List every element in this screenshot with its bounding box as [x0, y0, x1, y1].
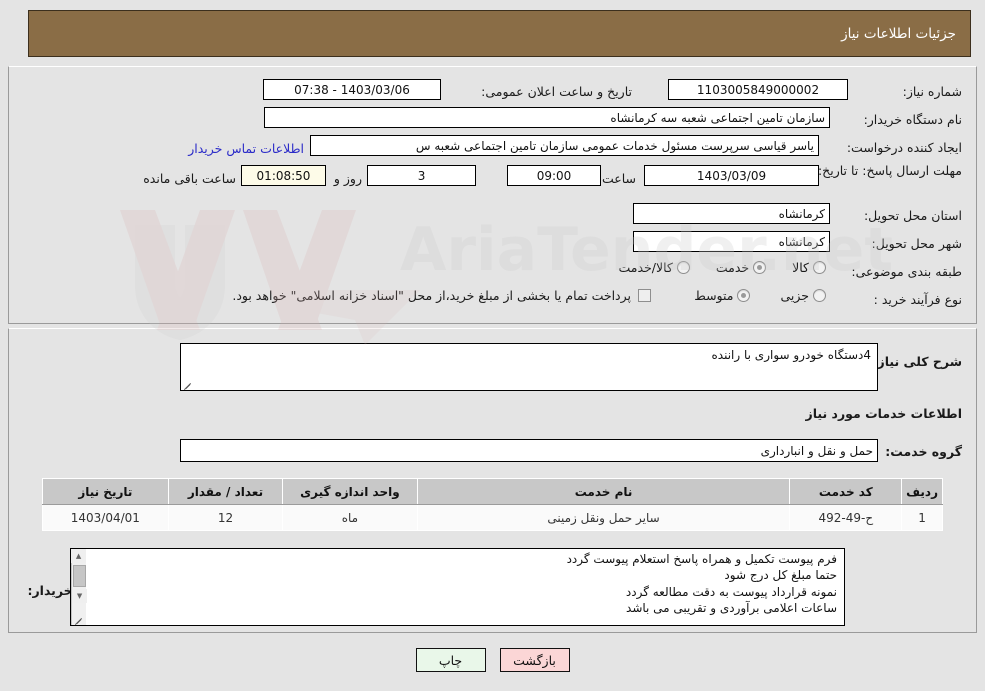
scroll-down-arrow-icon[interactable]: ▼ — [72, 589, 87, 603]
process-radio-group: جزیی متوسط — [690, 288, 826, 303]
category-radio-kala-khedmat[interactable]: کالا/خدمت — [614, 260, 690, 275]
buyer-notes-content: فرم پیوست تکمیل و همراه پاسخ استعلام پیو… — [86, 549, 844, 625]
city-field[interactable]: کرمانشاه — [633, 231, 830, 252]
cell-radif: 1 — [901, 504, 943, 531]
islamic-treasury-label: پرداخت تمام یا بخشی از مبلغ خرید،از محل … — [232, 288, 631, 303]
announce-datetime-label: تاریخ و ساعت اعلان عمومی: — [481, 83, 632, 99]
radio-circle-selected-icon[interactable] — [737, 289, 751, 302]
hour-label: ساعت — [601, 171, 636, 186]
table-header-row: ردیف کد خدمت نام خدمت واحد اندازه گیری ت… — [42, 478, 943, 505]
process-radio-jozei[interactable]: جزیی — [776, 288, 826, 303]
radio-circle-icon[interactable] — [676, 261, 690, 274]
category-option-label: کالا — [792, 260, 809, 275]
cell-unit: ماه — [282, 504, 418, 531]
general-description-label: شرح کلی نیاز: — [872, 354, 962, 369]
buyer-contact-link[interactable]: اطلاعات تماس خریدار — [188, 141, 304, 156]
process-radio-motevaset[interactable]: متوسط — [690, 288, 751, 303]
col-radif: ردیف — [901, 478, 943, 505]
deadline-hour-field[interactable]: 09:00 — [507, 165, 601, 186]
radio-circle-selected-icon[interactable] — [753, 261, 767, 274]
category-option-label: کالا/خدمت — [618, 260, 673, 275]
table-row[interactable]: 1 ح-49-492 سایر حمل ونقل زمینی ماه 12 14… — [42, 504, 943, 531]
general-description-value: 4دستگاه خودرو سواری با راننده — [711, 348, 872, 362]
page-header: جزئیات اطلاعات نیاز — [28, 10, 971, 57]
note-line: حتما مبلغ کل درج شود — [724, 568, 837, 583]
scroll-up-arrow-icon[interactable]: ▲ — [71, 549, 86, 563]
process-option-label: متوسط — [694, 288, 734, 303]
notes-scrollbar[interactable]: ▲ ▼ — [71, 549, 87, 625]
cell-code: ح-49-492 — [789, 504, 903, 531]
col-name: نام خدمت — [416, 478, 791, 505]
buyer-notes-textarea[interactable]: فرم پیوست تکمیل و همراه پاسخ استعلام پیو… — [70, 548, 845, 626]
buyer-org-field[interactable]: سازمان تامین اجتماعی شعبه سه کرمانشاه — [264, 107, 830, 128]
buyer-org-label: نام دستگاه خریدار: — [863, 111, 962, 127]
requester-field[interactable]: یاسر قیاسی سرپرست مسئول خدمات عمومی سازم… — [310, 135, 819, 156]
general-description-textarea[interactable]: 4دستگاه خودرو سواری با راننده — [180, 343, 878, 391]
resize-grip-icon[interactable] — [73, 613, 84, 624]
need-number-label: شماره نیاز: — [902, 83, 962, 99]
category-label: طبقه بندی موضوعی: — [851, 263, 962, 279]
back-button[interactable]: بازگشت — [499, 648, 570, 672]
col-unit: واحد اندازه گیری — [282, 478, 418, 505]
radio-circle-icon[interactable] — [813, 261, 826, 274]
category-radio-khedmat[interactable]: خدمت — [712, 260, 767, 275]
deadline-label: مهلت ارسال پاسخ: تا تاریخ: — [817, 163, 962, 178]
service-group-field[interactable]: حمل و نقل و انبارداری — [180, 439, 878, 462]
checkbox-icon[interactable] — [638, 289, 651, 302]
col-code: کد خدمت — [789, 478, 903, 505]
services-table: ردیف کد خدمت نام خدمت واحد اندازه گیری ت… — [42, 478, 943, 531]
requester-label: ایجاد کننده درخواست: — [846, 139, 962, 155]
category-radio-group: کالا خدمت کالا/خدمت — [614, 260, 826, 275]
scrollbar-thumb[interactable] — [73, 565, 86, 587]
need-info-panel: شماره نیاز: 1103005849000002 تاریخ و ساع… — [8, 66, 977, 324]
radio-circle-icon[interactable] — [813, 289, 826, 302]
process-option-label: جزیی — [780, 288, 809, 303]
services-section-heading: اطلاعات خدمات مورد نیاز — [805, 406, 963, 421]
days-label: روز و — [333, 171, 362, 186]
resize-grip-icon[interactable] — [182, 378, 193, 389]
action-button-row: بازگشت چاپ — [0, 648, 985, 672]
remaining-days-field[interactable]: 3 — [367, 165, 476, 186]
cell-name: سایر حمل ونقل زمینی — [416, 504, 791, 531]
category-option-label: خدمت — [715, 260, 750, 275]
cell-date: 1403/04/01 — [42, 504, 169, 531]
print-button[interactable]: چاپ — [415, 648, 486, 672]
col-date: تاریخ نیاز — [42, 478, 169, 505]
islamic-treasury-checkbox-row[interactable]: پرداخت تمام یا بخشی از مبلغ خرید،از محل … — [232, 288, 651, 303]
service-group-label: گروه خدمت: — [885, 444, 962, 459]
process-type-label: نوع فرآیند خرید : — [873, 291, 962, 307]
cell-quantity: 12 — [167, 504, 284, 531]
page-root: جزئیات اطلاعات نیاز AriaTender.net شماره… — [0, 0, 985, 691]
city-label: شهر محل تحویل: — [871, 235, 962, 251]
need-number-field[interactable]: 1103005849000002 — [668, 79, 848, 100]
countdown-timer-field: 01:08:50 — [241, 165, 326, 186]
province-label: استان محل تحویل: — [863, 207, 962, 223]
announce-datetime-field[interactable]: 1403/03/06 - 07:38 — [263, 79, 441, 100]
province-field[interactable]: کرمانشاه — [633, 203, 830, 224]
note-line: نمونه قرارداد پیوست به دقت مطالعه گردد — [625, 584, 837, 599]
note-line: فرم پیوست تکمیل و همراه پاسخ استعلام پیو… — [566, 552, 837, 566]
category-radio-kala[interactable]: کالا — [788, 260, 826, 275]
note-line: ساعات اعلامی برآوردی و تقریبی می باشد — [626, 600, 837, 615]
remaining-hours-label: ساعت باقی مانده — [143, 171, 236, 186]
deadline-date-field[interactable]: 1403/03/09 — [644, 165, 819, 186]
col-quantity: تعداد / مقدار — [167, 478, 284, 505]
page-title: جزئیات اطلاعات نیاز — [841, 25, 956, 42]
